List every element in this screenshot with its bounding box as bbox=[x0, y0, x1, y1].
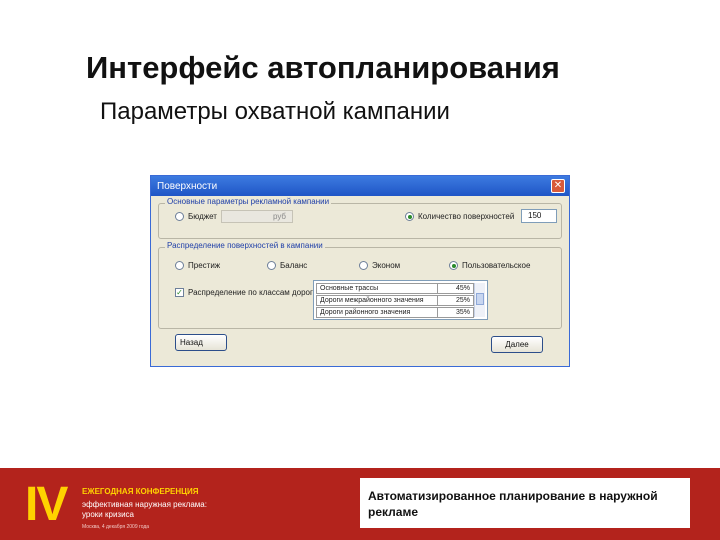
option-custom-radio[interactable]: Пользовательское bbox=[449, 261, 530, 270]
footer-caption-box: Автоматизированное планирование в наружн… bbox=[360, 478, 690, 528]
option-prestige-label: Престиж bbox=[188, 261, 221, 270]
surfaces-dialog: Поверхности ✕ Основные параметры рекламн… bbox=[150, 175, 570, 367]
option-custom-label: Пользовательское bbox=[462, 261, 531, 270]
distribution-group: Распределение поверхностей в кампании Пр… bbox=[158, 241, 562, 329]
surface-count-label: Количество поверхностей bbox=[418, 212, 515, 221]
table-row[interactable]: Основные трассы 45% bbox=[316, 283, 474, 294]
budget-radio[interactable]: Бюджет bbox=[175, 212, 217, 221]
back-button[interactable]: Назад bbox=[175, 334, 227, 351]
road-class-name: Основные трассы bbox=[316, 283, 438, 294]
surface-count-input[interactable]: 150 bbox=[521, 209, 557, 223]
table-row[interactable]: Дороги районного значения 35% bbox=[316, 307, 474, 318]
footer-caption: Автоматизированное планирование в наружн… bbox=[368, 489, 658, 519]
dialog-titlebar[interactable]: Поверхности bbox=[151, 176, 569, 196]
checkbox-checked-icon: ✓ bbox=[175, 287, 184, 297]
scroll-thumb[interactable] bbox=[476, 293, 484, 305]
radio-icon bbox=[359, 261, 368, 270]
conference-title: ЕЖЕГОДНАЯ КОНФЕРЕНЦИЯ bbox=[82, 487, 199, 496]
road-class-table: Основные трассы 45% Дороги межрайонного … bbox=[313, 280, 488, 320]
road-class-percent[interactable]: 35% bbox=[438, 307, 474, 318]
slide-title: Интерфейс автопланирования bbox=[86, 50, 560, 85]
road-class-percent[interactable]: 25% bbox=[438, 295, 474, 306]
option-balance-label: Баланс bbox=[280, 261, 308, 270]
surface-count-radio[interactable]: Количество поверхностей bbox=[405, 212, 514, 221]
budget-label: Бюджет bbox=[188, 212, 217, 221]
conference-numeral: IV bbox=[25, 478, 68, 531]
main-params-group: Основные параметры рекламной кампании Бю… bbox=[158, 197, 562, 239]
table-row[interactable]: Дороги межрайонного значения 25% bbox=[316, 295, 474, 306]
dialog-title: Поверхности bbox=[157, 180, 218, 192]
radio-icon bbox=[175, 261, 184, 270]
option-economy-label: Эконом bbox=[372, 261, 401, 270]
road-class-percent[interactable]: 45% bbox=[438, 283, 474, 294]
road-class-checkbox[interactable]: ✓ Распределение по классам дорог bbox=[175, 288, 313, 297]
conference-topic: эффективная наружная реклама: bbox=[82, 500, 207, 509]
road-class-label: Распределение по классам дорог bbox=[188, 288, 313, 297]
option-economy-radio[interactable]: Эконом bbox=[359, 261, 400, 270]
conference-topic-line2: уроки кризиса bbox=[82, 510, 135, 519]
next-button[interactable]: Далее bbox=[491, 336, 543, 353]
slide-subtitle: Параметры охватной кампании bbox=[100, 98, 450, 125]
close-icon[interactable]: ✕ bbox=[551, 179, 565, 193]
main-params-label: Основные параметры рекламной кампании bbox=[165, 197, 332, 206]
option-balance-radio[interactable]: Баланс bbox=[267, 261, 307, 270]
radio-selected-icon bbox=[405, 212, 414, 221]
conference-date: Москва, 4 декабря 2009 года bbox=[82, 524, 150, 530]
table-scrollbar[interactable] bbox=[474, 283, 485, 317]
road-class-name: Дороги межрайонного значения bbox=[316, 295, 438, 306]
radio-icon bbox=[175, 212, 184, 221]
radio-icon bbox=[267, 261, 276, 270]
budget-input[interactable]: руб bbox=[221, 210, 293, 223]
road-class-name: Дороги районного значения bbox=[316, 307, 438, 318]
distribution-label: Распределение поверхностей в кампании bbox=[165, 241, 325, 250]
option-prestige-radio[interactable]: Престиж bbox=[175, 261, 220, 270]
radio-selected-icon bbox=[449, 261, 458, 270]
